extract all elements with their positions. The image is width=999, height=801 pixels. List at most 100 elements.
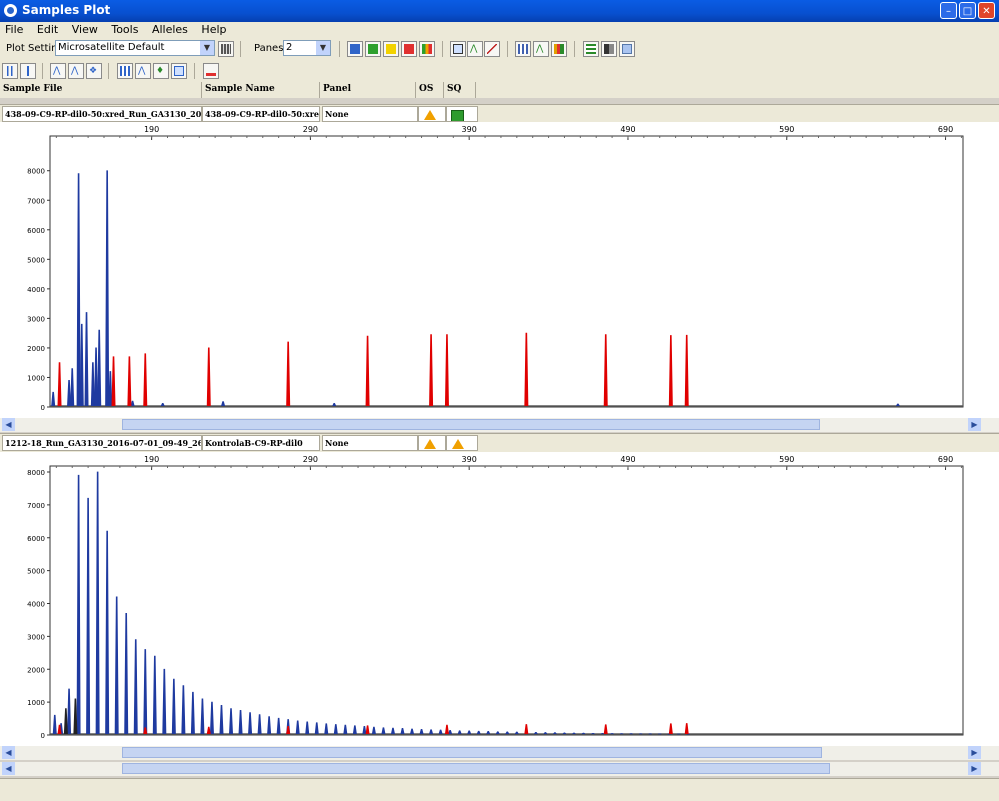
y-tick-label: 7000 [27, 502, 45, 510]
y-tick-label: 7000 [27, 197, 45, 205]
menu-tools[interactable]: Tools [106, 22, 143, 37]
os-cell [418, 106, 446, 122]
peak-blue [563, 733, 566, 734]
horizontal-scrollbar-1[interactable]: ◀ ▶ [0, 418, 999, 432]
full-view-button[interactable] [450, 41, 466, 57]
blue-dye-icon [350, 44, 360, 54]
sizing-table-button[interactable] [583, 41, 599, 57]
electropherogram-plot-2[interactable]: 1902903904905906900100020003000400050006… [0, 452, 999, 746]
edit-peaks-button[interactable] [171, 63, 187, 79]
genotypes-table-button[interactable] [601, 41, 617, 57]
minimize-button[interactable]: – [940, 2, 957, 19]
electropherogram-chart-2: 1902903904905906900100020003000400050006… [0, 452, 999, 746]
x-tick-label: 490 [620, 455, 635, 464]
peak-view-button[interactable]: ⋀ [533, 41, 549, 57]
scroll-right-icon[interactable]: ▶ [968, 746, 981, 759]
view-all-dyes-button[interactable] [2, 63, 18, 79]
close-button[interactable]: ✕ [978, 2, 995, 19]
scrollbar-thumb[interactable] [122, 747, 822, 758]
multi-peak-icon [554, 44, 564, 54]
y-tick-label: 0 [41, 732, 45, 740]
horizontal-scrollbar-2[interactable]: ◀ ▶ [0, 746, 999, 760]
status-bar [0, 778, 999, 801]
maximize-button[interactable]: □ [959, 2, 976, 19]
col-panel[interactable]: Panel [320, 82, 416, 98]
toolbar-secondary: ⋀ ⋀ ❖ ⋀ ♦ [0, 60, 999, 83]
peaks-icon: ⋀ [536, 44, 546, 54]
overlay-peaks-button[interactable]: ⋀ [467, 41, 483, 57]
col-sample-file[interactable]: Sample File [0, 82, 202, 98]
dye-all-button[interactable] [419, 41, 435, 57]
warning-icon [424, 439, 436, 449]
plot-setting-value: Microsatellite Default [58, 42, 164, 53]
title-bar: Samples Plot – □ ✕ [0, 0, 999, 22]
y-tick-label: 2000 [27, 666, 45, 674]
horizontal-scrollbar-global[interactable]: ◀ ▶ [0, 762, 999, 776]
scroll-left-icon[interactable]: ◀ [2, 418, 15, 431]
zoom-x-button[interactable]: ⋀ [50, 63, 66, 79]
y-tick-label: 3000 [27, 315, 45, 323]
plot-setting-select[interactable]: Microsatellite Default ▼ [55, 40, 215, 56]
panes-select[interactable]: 2 ▼ [283, 40, 331, 56]
col-sample-name[interactable]: Sample Name [202, 82, 320, 98]
x-tick-label: 390 [462, 125, 477, 134]
scroll-left-icon[interactable]: ◀ [2, 762, 15, 775]
multi-peak-button[interactable] [551, 41, 567, 57]
dye-blue-button[interactable] [347, 41, 363, 57]
x-tick-label: 590 [779, 125, 794, 134]
toolbar-separator [108, 63, 109, 79]
col-os[interactable]: OS [416, 82, 444, 98]
grid-icon [221, 44, 231, 54]
toolbar-separator [339, 41, 340, 57]
toolbar-separator [507, 41, 508, 57]
bins-icon [120, 66, 130, 76]
table-view-button[interactable] [515, 41, 531, 57]
peak-blue [601, 733, 604, 734]
zoom-fit-button[interactable]: ❖ [86, 63, 102, 79]
scrollbar-thumb[interactable] [122, 419, 820, 430]
yellow-dye-icon [386, 44, 396, 54]
peak-labels-button[interactable] [484, 41, 500, 57]
x-tick-label: 690 [938, 125, 953, 134]
sample-row[interactable]: 438-09-C9-RP-dil0-50:xred_Run_GA3130_201… [0, 104, 999, 123]
menu-file[interactable]: File [0, 22, 28, 37]
peak-label-icon [487, 44, 497, 54]
scrollbar-thumb[interactable] [122, 763, 830, 774]
bins-button[interactable] [117, 63, 133, 79]
scroll-left-icon[interactable]: ◀ [2, 746, 15, 759]
menu-edit[interactable]: Edit [32, 22, 63, 37]
dye-red-button[interactable] [401, 41, 417, 57]
menu-help[interactable]: Help [196, 22, 231, 37]
dye-yellow-button[interactable] [383, 41, 399, 57]
peak-blue [553, 733, 556, 734]
col-sq[interactable]: SQ [444, 82, 476, 98]
dye-green-button[interactable] [365, 41, 381, 57]
allele-icon: ♦ [156, 66, 166, 76]
scroll-right-icon[interactable]: ▶ [968, 418, 981, 431]
zoom-y-button[interactable]: ⋀ [68, 63, 84, 79]
panes-value: 2 [286, 42, 292, 53]
report-button[interactable] [619, 41, 635, 57]
y-tick-label: 4000 [27, 286, 45, 294]
sample-name-cell: 438-09-C9-RP-dil0-50:xred [202, 106, 320, 122]
size-standard-button[interactable] [203, 63, 219, 79]
peaks-icon: ⋀ [470, 44, 480, 54]
toolbar-separator [42, 63, 43, 79]
menu-alleles[interactable]: Alleles [147, 22, 193, 37]
plot-frame [50, 466, 963, 735]
y-tick-label: 2000 [27, 345, 45, 353]
plot-settings-editor-button[interactable] [218, 41, 234, 57]
view-single-dye-button[interactable] [20, 63, 36, 79]
menu-view[interactable]: View [67, 22, 103, 37]
green-dye-icon [368, 44, 378, 54]
peaks-icon: ⋀ [138, 66, 148, 76]
alleles-button[interactable]: ♦ [153, 63, 169, 79]
warning-icon [424, 110, 436, 120]
peak-blue [572, 733, 575, 734]
report-icon [622, 44, 632, 54]
sample-row[interactable]: 1212-18_Run_GA3130_2016-07-01_09-49_2619… [0, 433, 999, 452]
toolbar-separator [574, 41, 575, 57]
scroll-right-icon[interactable]: ▶ [968, 762, 981, 775]
peak-shapes-button[interactable]: ⋀ [135, 63, 151, 79]
electropherogram-plot-1[interactable]: 1902903904905906900100020003000400050006… [0, 122, 999, 418]
